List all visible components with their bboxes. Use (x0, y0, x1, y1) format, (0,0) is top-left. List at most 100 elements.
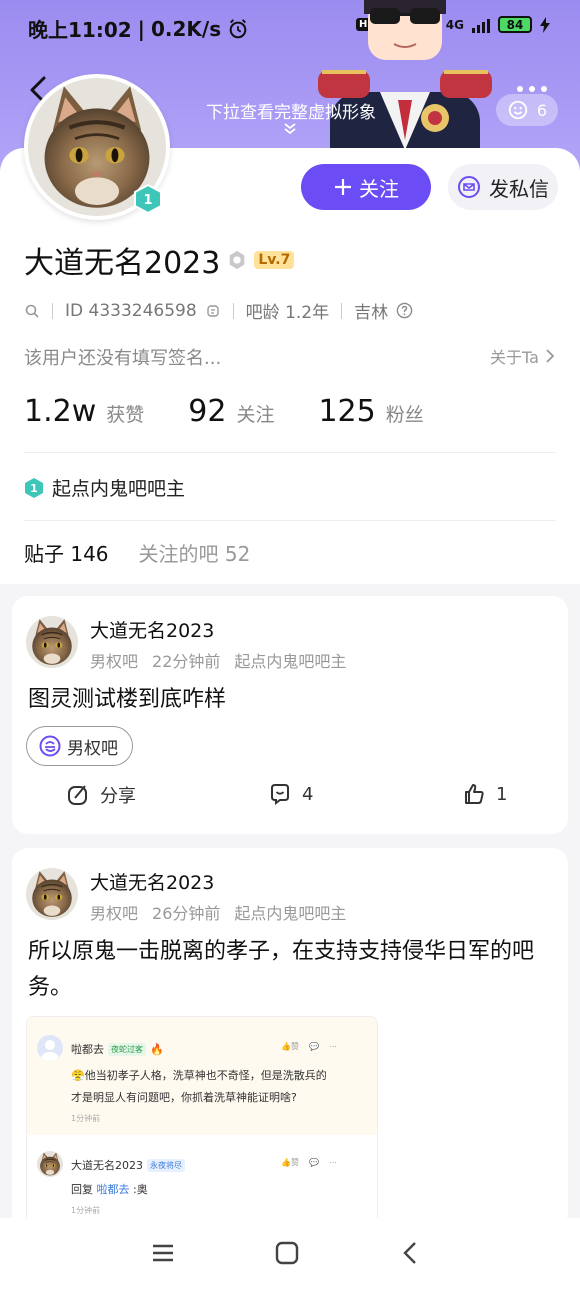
double-chevron-down-icon (284, 123, 296, 135)
embedded-screenshot[interactable]: 啦都去 夜蛇过客 🔥 👍赞 💬 ⋯ 😤他当初孝子人格，洗草神也不奇怪，但是洗散兵… (26, 1016, 378, 1228)
reaction-pill[interactable]: 6 (496, 94, 558, 126)
post-author-name[interactable]: 大道无名2023 (90, 616, 214, 643)
about-link[interactable]: 关于Ta (490, 344, 556, 370)
more-icon: ⋯ (328, 1042, 337, 1051)
following-count[interactable]: 92 (188, 394, 226, 429)
like-count: 1 (496, 783, 508, 805)
reply-author: 大道无名2023 (71, 1159, 143, 1172)
post-author-name[interactable]: 大道无名2023 (90, 868, 214, 895)
role-label: 起点内鬼吧吧主 (52, 478, 186, 500)
bar-tag[interactable]: 男权吧 (26, 726, 133, 766)
comment-icon: 💬 (308, 1042, 319, 1051)
comment-actions: 👍赞 💬 ⋯ (281, 1041, 337, 1052)
comment-icon: 💬 (308, 1158, 319, 1167)
bar-age: 吧龄 1.2年 (245, 303, 330, 323)
level-badge[interactable]: Lv.7 (254, 251, 295, 269)
username: 大道无名2023 (24, 246, 221, 281)
divider (24, 452, 556, 453)
about-label: 关于Ta (489, 348, 539, 367)
bar-logo-icon (39, 735, 61, 757)
role-badge-number: 1 (30, 482, 38, 495)
post-author-avatar[interactable] (26, 616, 78, 668)
comment-text-1: 😤他当初孝子人格，洗草神也不奇怪，但是洗散兵的 (71, 1069, 327, 1082)
post-actions: 分享 4 1 (12, 782, 568, 812)
post-author-avatar[interactable] (26, 868, 78, 920)
battery-icon: 84 (498, 16, 532, 33)
post-meta: 男权吧 26分钟前 起点内鬼吧吧主 (90, 900, 346, 924)
bar-owner-role[interactable]: 1 起点内鬼吧吧主 (24, 474, 185, 501)
share-icon (68, 785, 87, 805)
home-square-icon[interactable] (272, 1238, 302, 1268)
post-time: 22分钟前 (152, 652, 221, 671)
cat-avatar-image (26, 868, 78, 920)
search-icon (25, 304, 39, 318)
follow-label: 关注 (359, 176, 399, 201)
commenter-avatar (37, 1035, 63, 1061)
likes-label: 获赞 (106, 404, 145, 426)
question-icon[interactable] (396, 302, 413, 319)
status-divider: | (137, 16, 145, 41)
post-bar: 男权吧 (90, 904, 139, 923)
post-title[interactable]: 所以原鬼一击脱离的孝子，在支持支持侵华日军的吧务。 (28, 934, 558, 1006)
stats-row: 1.2w 获赞 92 关注 125 粉丝 (24, 394, 458, 429)
share-label: 分享 (100, 786, 136, 807)
embedded-comment: 啦都去 夜蛇过客 🔥 👍赞 💬 ⋯ 😤他当初孝子人格，洗草神也不奇怪，但是洗散兵… (27, 1017, 377, 1135)
like-button[interactable]: 1 (462, 782, 507, 806)
commenter-name-row: 啦都去 夜蛇过客 🔥 (71, 1041, 164, 1057)
alarm-icon (229, 18, 247, 38)
plus-icon (335, 179, 351, 195)
post-role: 起点内鬼吧吧主 (234, 652, 347, 671)
pull-down-hint: 下拉查看完整虚拟形象 (206, 103, 376, 123)
fire-emoji: 🔥 (150, 1042, 164, 1056)
comment-icon (271, 784, 289, 805)
avatar-level-number: 1 (143, 193, 152, 208)
meta-divider (232, 302, 234, 319)
post-card[interactable]: 大道无名2023 男权吧 26分钟前 起点内鬼吧吧主 所以原鬼一击脱离的孝子，在… (12, 848, 568, 1228)
battery-level: 84 (506, 17, 524, 32)
comment-button[interactable]: 4 (268, 782, 313, 806)
status-left: 晚上11:02 | 0.2K/s (28, 14, 249, 43)
gear-badge-icon[interactable] (226, 249, 248, 271)
copy-icon[interactable] (205, 303, 221, 319)
menu-icon[interactable] (148, 1238, 178, 1268)
reply-badge: 永夜将尽 (147, 1158, 185, 1172)
thumbs-up-icon: 👍赞 (281, 1158, 299, 1167)
post-role: 起点内鬼吧吧主 (234, 904, 347, 923)
meta-divider (341, 302, 343, 319)
thumbs-up-icon: 👍赞 (281, 1042, 299, 1051)
likes-count[interactable]: 1.2w (24, 394, 96, 429)
nav-back-icon[interactable] (396, 1238, 426, 1268)
follow-button[interactable]: 关注 (301, 164, 431, 210)
dm-label: 发私信 (489, 176, 549, 201)
commenter-name: 啦都去 (71, 1043, 104, 1056)
comment-time: 1分钟前 (71, 1114, 101, 1123)
default-avatar-icon (41, 1040, 59, 1061)
send-message-button[interactable]: 发私信 (448, 164, 558, 210)
tab-posts[interactable]: 贴子 146 (24, 538, 109, 567)
post-title[interactable]: 图灵测试楼到底咋样 (28, 682, 558, 718)
meta-divider (52, 302, 53, 319)
more-options-button[interactable] (516, 82, 548, 93)
name-row: 大道无名2023 Lv.7 (24, 238, 295, 282)
reaction-count: 6 (536, 100, 548, 120)
post-time: 26分钟前 (152, 904, 221, 923)
signature-row[interactable]: 该用户还没有填写签名... 关于Ta (24, 344, 556, 370)
more-icon: ⋯ (328, 1158, 337, 1167)
tab-followed-bars[interactable]: 关注的吧 52 (139, 538, 251, 567)
comment-count: 4 (302, 783, 314, 805)
mail-icon (458, 176, 480, 198)
status-speed: 0.2K/s (150, 16, 222, 41)
user-id: ID 4333246598 (65, 300, 197, 321)
profile-tabs: 贴子 146 关注的吧 52 (24, 538, 250, 567)
charging-icon (540, 16, 550, 33)
reply-to-name: 啦都去 (96, 1183, 130, 1196)
followers-label: 粉丝 (385, 404, 424, 426)
location: 吉林 (354, 303, 389, 323)
post-bar: 男权吧 (90, 652, 139, 671)
system-nav-bar (0, 1218, 580, 1289)
share-button[interactable]: 分享 (66, 782, 136, 808)
followers-count[interactable]: 125 (318, 394, 375, 429)
post-card[interactable]: 大道无名2023 男权吧 22分钟前 起点内鬼吧吧主 图灵测试楼到底咋样 男权吧… (12, 596, 568, 834)
status-time: 晚上11:02 (28, 18, 132, 42)
reply-name-row: 大道无名2023 永夜将尽 (71, 1157, 185, 1173)
